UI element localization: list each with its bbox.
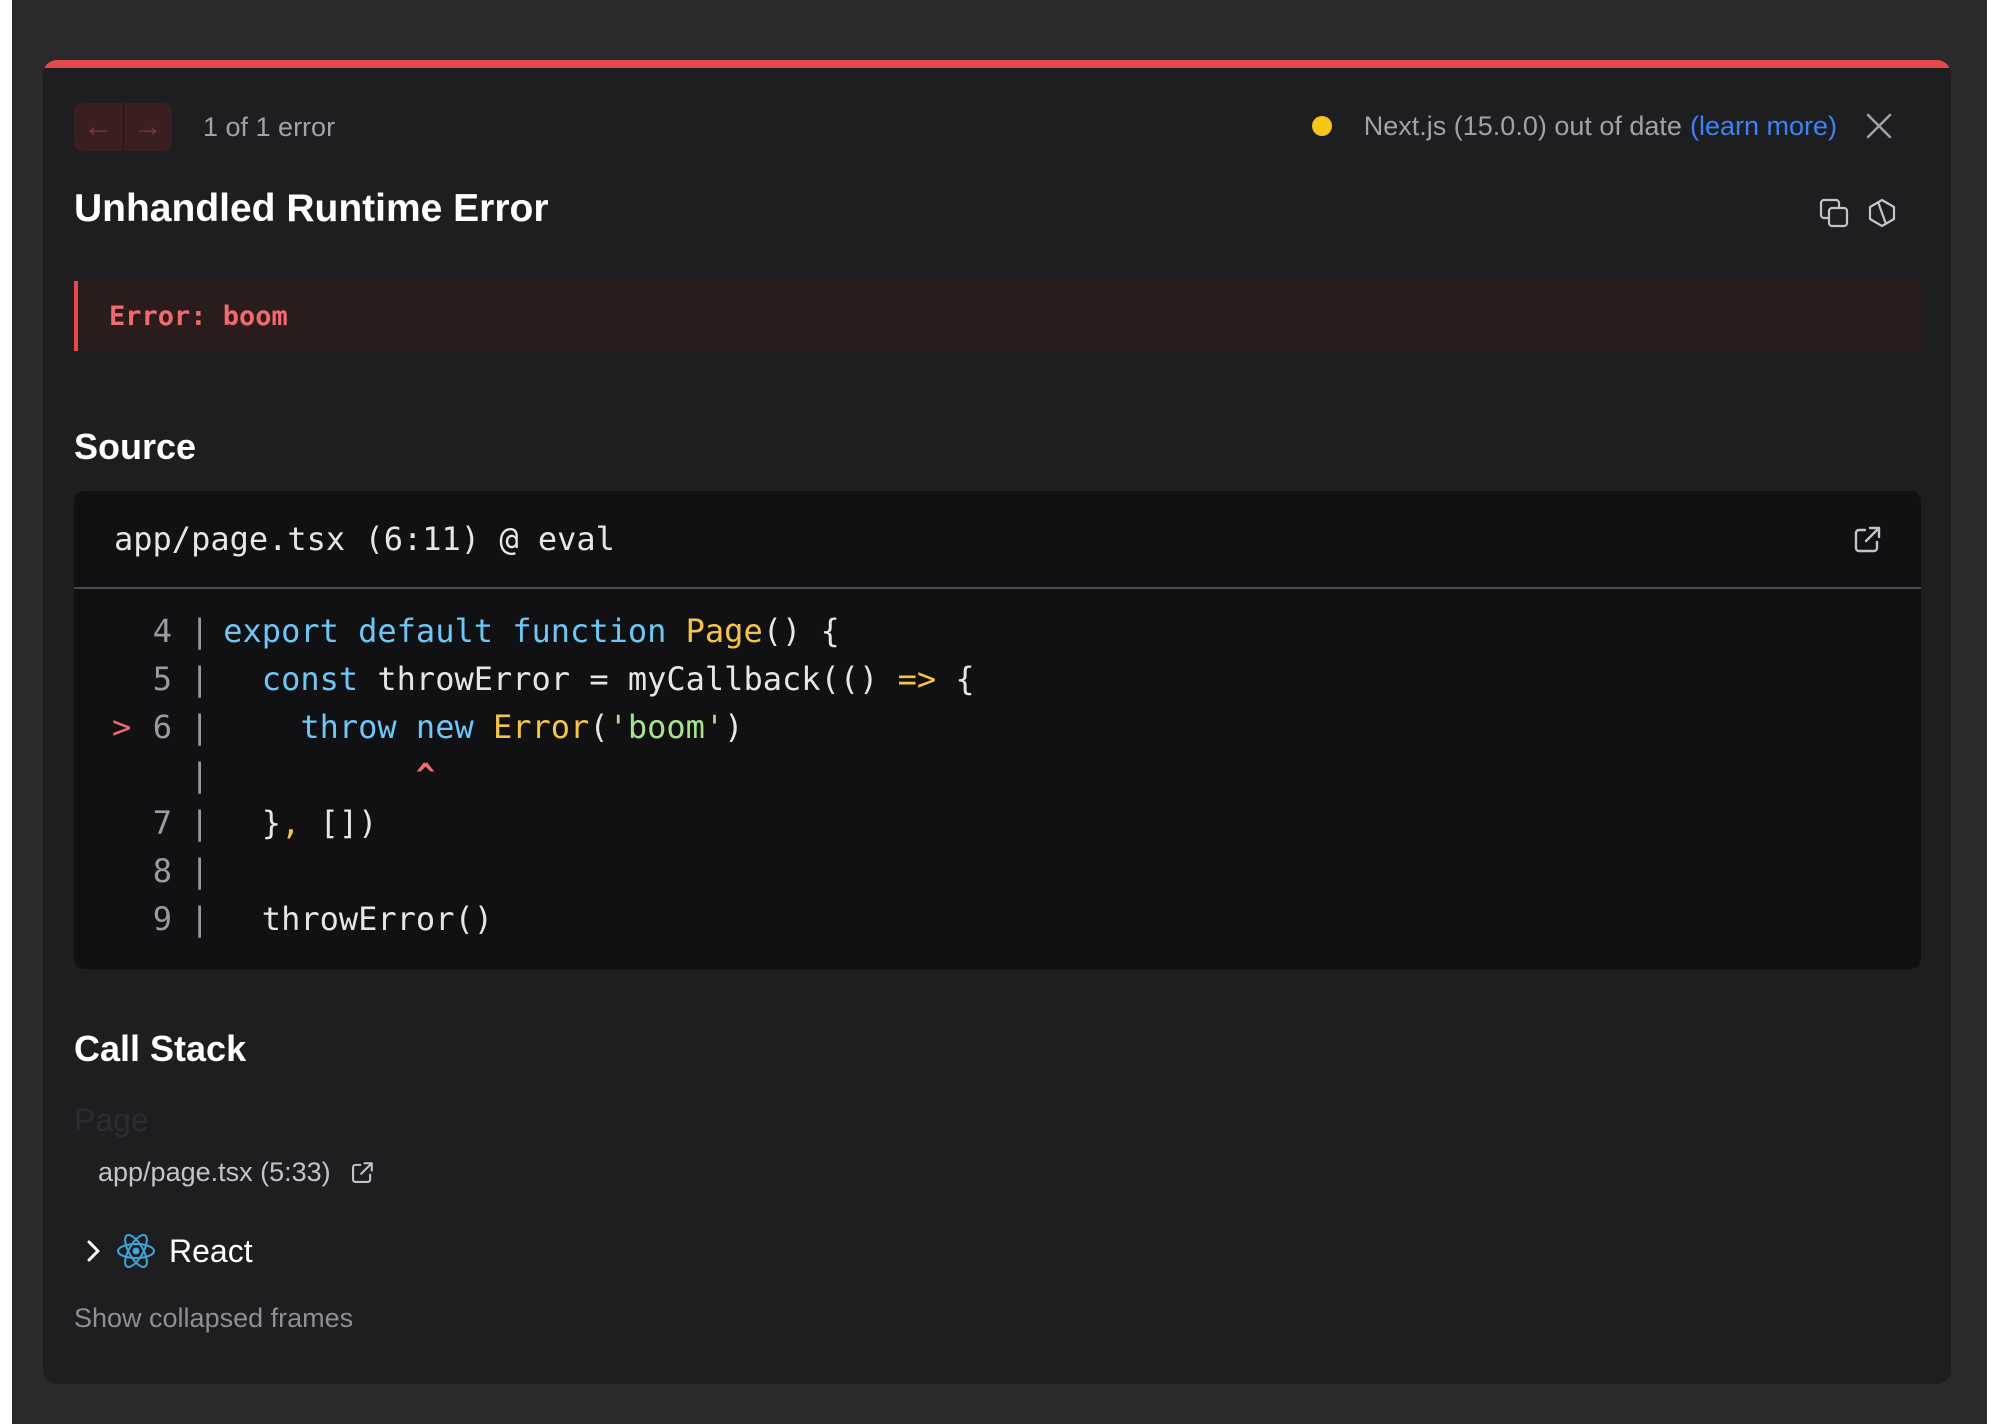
code-line: 4 | export default function Page() { — [152, 612, 840, 650]
close-button[interactable] — [1859, 106, 1899, 146]
external-link-icon[interactable] — [1851, 524, 1883, 556]
react-logo-icon — [117, 1234, 155, 1268]
docs-button[interactable] — [1863, 194, 1901, 232]
external-link-icon[interactable] — [349, 1160, 375, 1186]
copy-button[interactable] — [1815, 194, 1853, 232]
docs-icon — [1868, 198, 1896, 228]
dialog-title: Unhandled Runtime Error — [74, 187, 549, 230]
error-dialog: ← → 1 of 1 error Next.js (15.0.0) out of… — [43, 60, 1951, 1384]
call-stack-heading: Call Stack — [74, 1028, 247, 1069]
error-accent-bar — [43, 60, 1951, 68]
arrow-left-icon: ← — [83, 110, 114, 143]
version-status: Next.js (15.0.0) out of date (learn more… — [1311, 106, 1899, 146]
learn-more-link[interactable]: (learn more) — [1690, 111, 1837, 142]
version-text: Next.js (15.0.0) out of date — [1363, 110, 1682, 141]
code-caret-line: | ^ — [190, 756, 436, 794]
arrow-right-icon: → — [132, 110, 163, 143]
react-frames-toggle[interactable]: React — [81, 1230, 253, 1272]
react-group-label: React — [169, 1232, 253, 1269]
code-line: 9 | throwError() — [152, 900, 493, 938]
error-count: 1 of 1 error — [203, 112, 336, 142]
code-line: 5 | const throwError = myCallback(() => { — [152, 660, 975, 698]
error-pagination: ← → — [74, 103, 172, 151]
code-line: 8 | — [152, 852, 210, 890]
code-line: 7 | }, []) — [152, 804, 378, 842]
status-dot-icon — [1311, 116, 1332, 136]
source-header: app/page.tsx (6:11) @ eval — [74, 491, 1921, 589]
stack-frame-name: Page — [74, 1102, 149, 1138]
code-block: 4 | export default function Page() { 5 | co… — [74, 589, 1921, 943]
source-code-frame: app/page.tsx (6:11) @ eval 4 | export defa… — [74, 491, 1921, 969]
prev-error-button[interactable]: ← — [74, 103, 123, 151]
error-message: Error: boom — [109, 300, 288, 332]
next-error-button[interactable]: → — [122, 103, 173, 151]
copy-icon — [1819, 198, 1849, 228]
code-line-highlighted: >6 | throw new Error('boom') — [112, 708, 744, 746]
stack-frame-location[interactable]: app/page.tsx (5:33) — [98, 1157, 375, 1188]
chevron-right-icon — [87, 1240, 100, 1262]
show-collapsed-frames-button[interactable]: Show collapsed frames — [74, 1303, 353, 1334]
source-heading: Source — [74, 426, 197, 467]
error-message-box: Error: boom — [74, 281, 1921, 351]
source-file-location: app/page.tsx (6:11) @ eval — [114, 520, 615, 558]
stack-frame-file: app/page.tsx (5:33) — [98, 1157, 331, 1187]
close-icon — [1866, 113, 1892, 139]
